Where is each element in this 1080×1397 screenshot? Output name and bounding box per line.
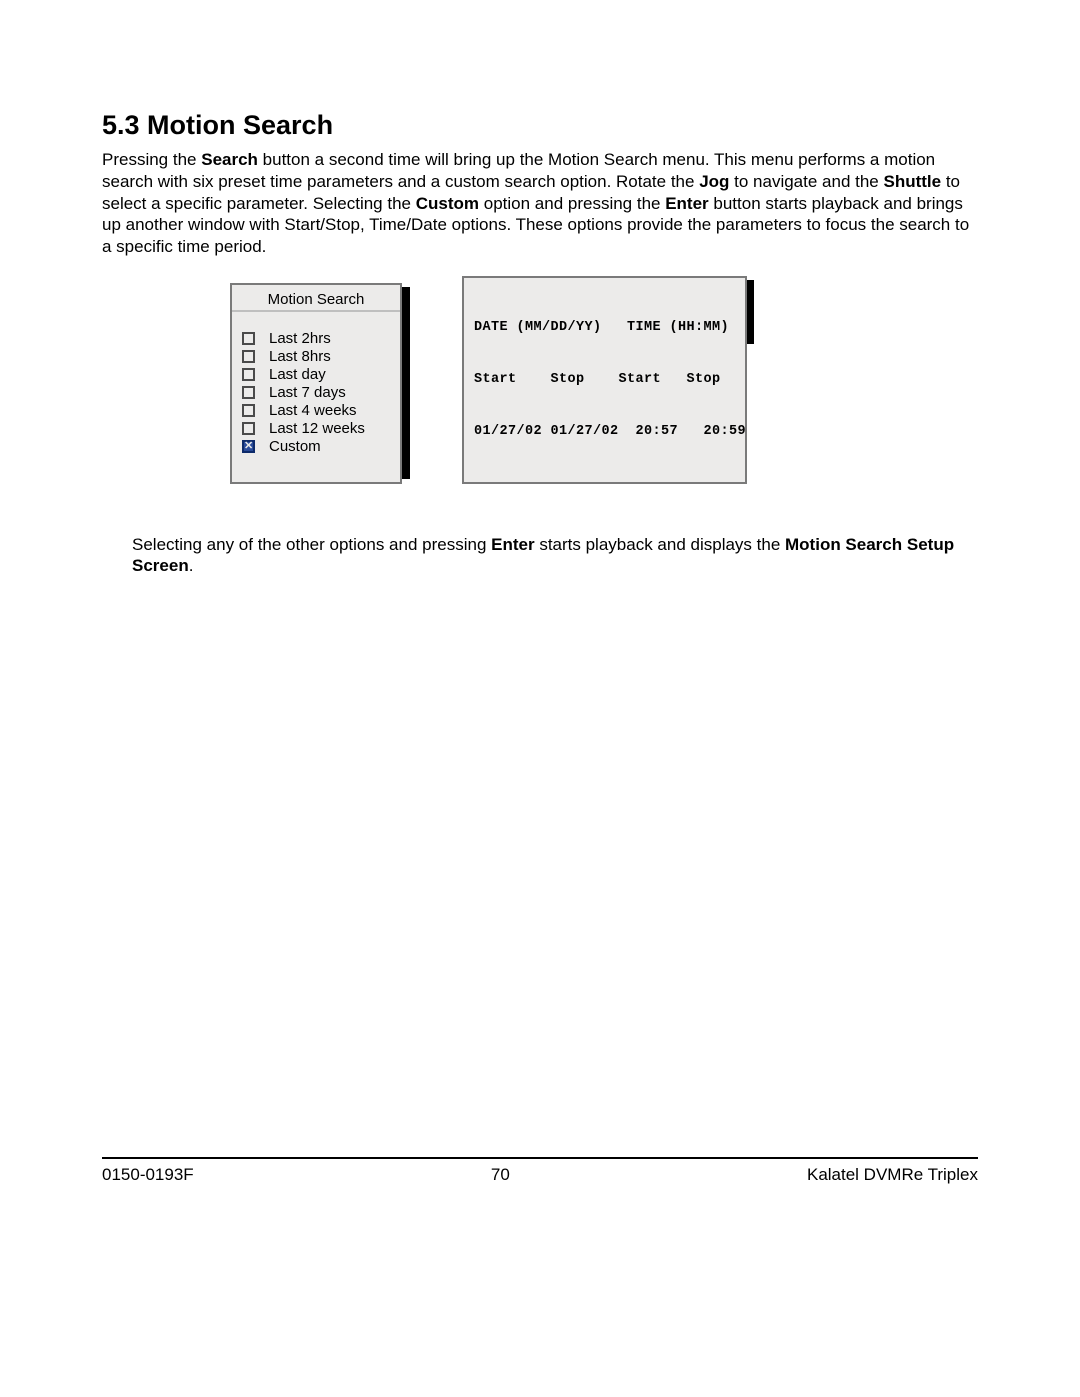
checkbox-icon[interactable] [242, 422, 255, 435]
checkbox-selected-icon[interactable] [242, 440, 255, 453]
page-footer: 0150-0193F 70 Kalatel DVMRe Triplex [102, 1157, 978, 1185]
datetime-labels-row: Start Stop Start Stop [474, 371, 735, 388]
menu-title: Motion Search [232, 285, 400, 312]
checkbox-icon[interactable] [242, 332, 255, 345]
menu-item-label: Last 8hrs [269, 348, 331, 365]
closing-paragraph: Selecting any of the other options and p… [132, 534, 978, 578]
footer-page-number: 70 [491, 1165, 510, 1185]
section-heading: 5.3 Motion Search [102, 110, 978, 141]
text: starts playback and displays the [535, 535, 785, 554]
menu-item-label: Custom [269, 438, 321, 455]
intro-paragraph: Pressing the Search button a second time… [102, 149, 978, 258]
bold-custom: Custom [416, 194, 479, 213]
text: Pressing the [102, 150, 201, 169]
datetime-panel: DATE (MM/DD/YY) TIME (HH:MM) Start Stop … [462, 276, 747, 484]
menu-item[interactable]: Last 8hrs [242, 348, 390, 366]
bold-enter: Enter [491, 535, 534, 554]
text: Selecting any of the other options and p… [132, 535, 491, 554]
menu-item-label: Last 2hrs [269, 330, 331, 347]
checkbox-icon[interactable] [242, 386, 255, 399]
text: . [189, 556, 194, 575]
text: to navigate and the [729, 172, 883, 191]
menu-item-label: Last 12 weeks [269, 420, 365, 437]
menu-item-label: Last day [269, 366, 326, 383]
menu-item[interactable]: Last 7 days [242, 384, 390, 402]
bold-search: Search [201, 150, 258, 169]
footer-product: Kalatel DVMRe Triplex [807, 1165, 978, 1185]
menu-item-label: Last 7 days [269, 384, 346, 401]
bold-enter: Enter [665, 194, 708, 213]
bold-shuttle: Shuttle [883, 172, 941, 191]
bold-jog: Jog [699, 172, 729, 191]
checkbox-icon[interactable] [242, 404, 255, 417]
text: option and pressing the [479, 194, 665, 213]
datetime-header-row: DATE (MM/DD/YY) TIME (HH:MM) [474, 319, 735, 336]
menu-item[interactable]: Last 4 weeks [242, 402, 390, 420]
motion-search-menu: Motion Search Last 2hrs Last 8hrs Last d… [230, 283, 402, 484]
menu-item-label: Last 4 weeks [269, 402, 357, 419]
menu-item[interactable]: Custom [242, 438, 390, 456]
checkbox-icon[interactable] [242, 368, 255, 381]
checkbox-icon[interactable] [242, 350, 255, 363]
menu-item[interactable]: Last 2hrs [242, 330, 390, 348]
footer-doc-id: 0150-0193F [102, 1165, 194, 1185]
datetime-values-row: 01/27/02 01/27/02 20:57 20:59 [474, 423, 735, 440]
menu-item[interactable]: Last day [242, 366, 390, 384]
menu-item[interactable]: Last 12 weeks [242, 420, 390, 438]
